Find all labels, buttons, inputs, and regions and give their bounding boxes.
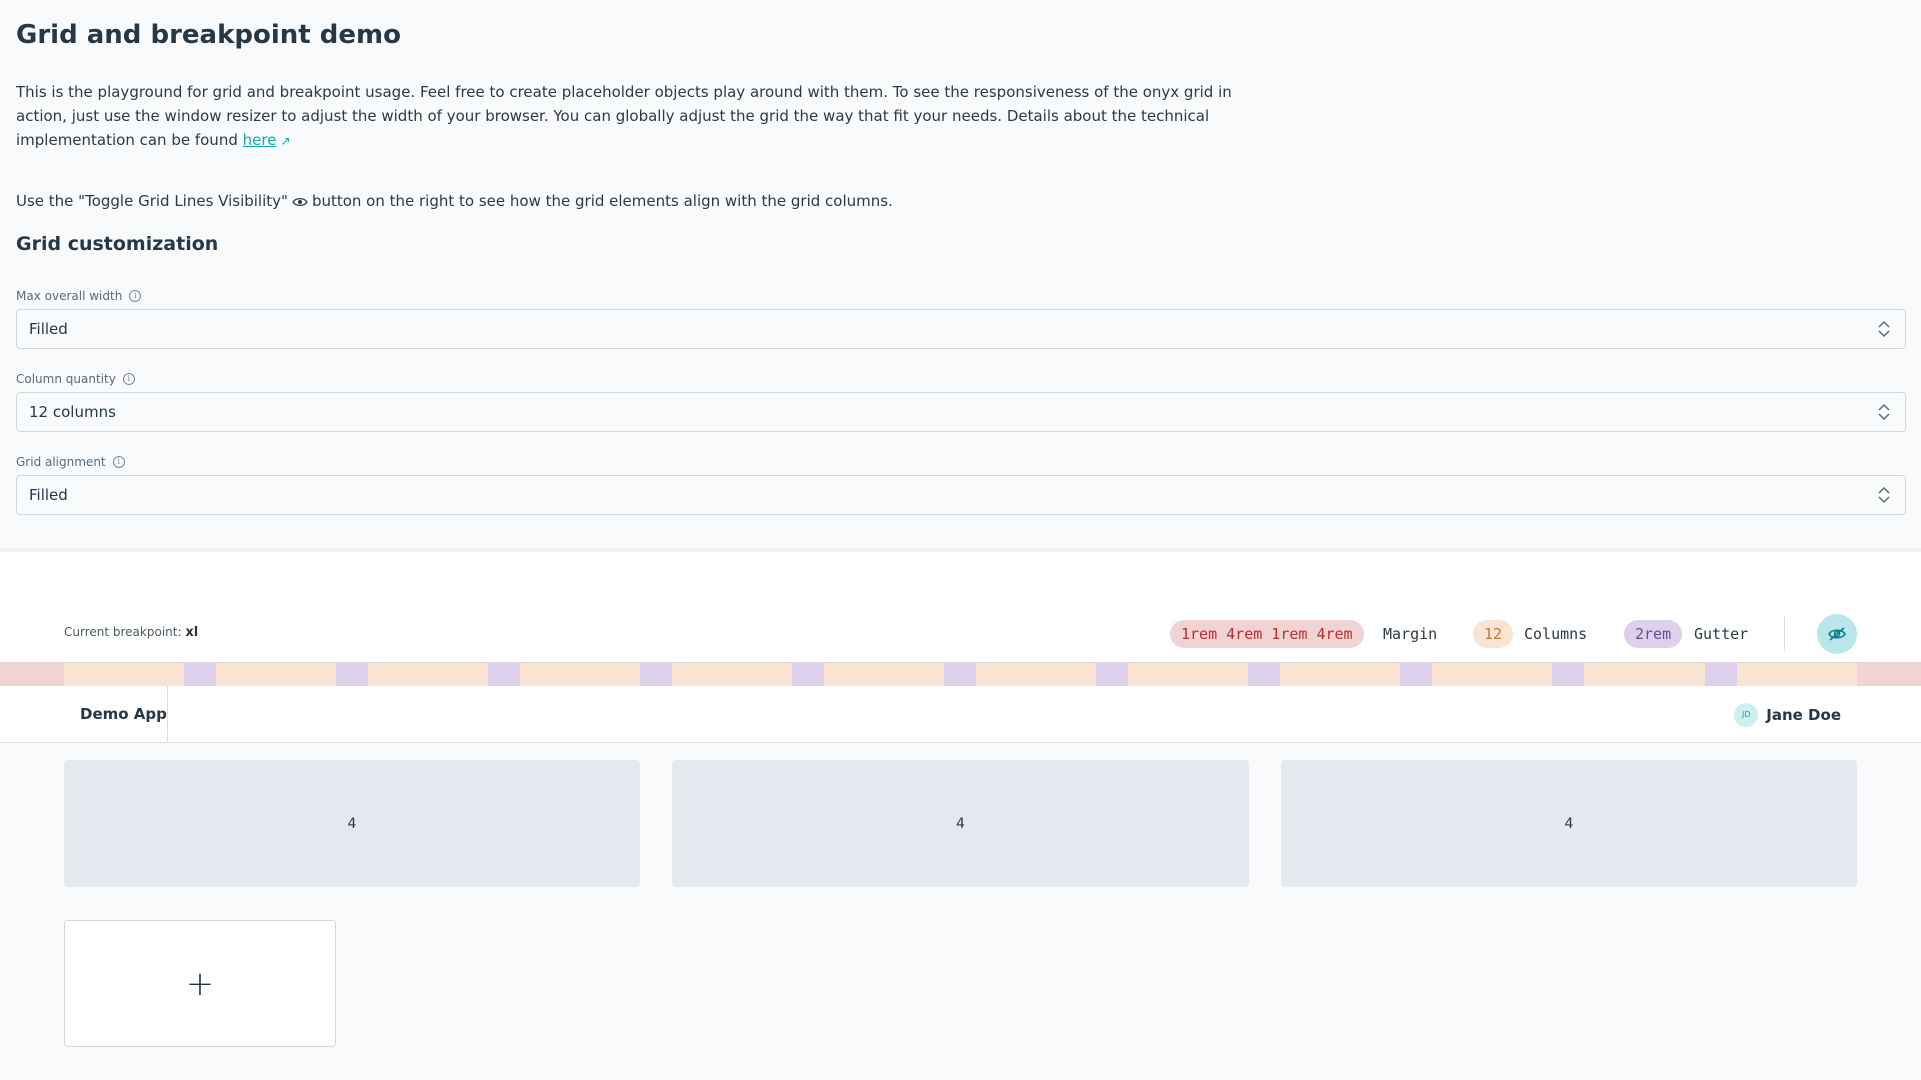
status-divider: [1784, 617, 1785, 651]
page-description: This is the playground for grid and brea…: [16, 80, 1246, 153]
grid-gutter: [944, 663, 976, 687]
max-width-select[interactable]: Filled: [16, 309, 1906, 349]
grid-column: [1584, 663, 1705, 687]
app-name[interactable]: Demo App: [80, 705, 167, 723]
grid-column: [672, 663, 792, 687]
grid-gutter: [1400, 663, 1432, 687]
grid-gutter: [792, 663, 824, 687]
external-link-icon: ↗: [280, 134, 291, 148]
margin-label: Margin: [1383, 625, 1438, 643]
grid-column: [216, 663, 336, 687]
user-name: Jane Doe: [1766, 706, 1841, 724]
info-icon[interactable]: i: [129, 290, 142, 302]
grid-gutter: [336, 663, 368, 687]
grid-column: [1128, 663, 1248, 687]
grid-column: [1432, 663, 1552, 687]
avatar: JD: [1734, 703, 1759, 727]
grid-column: [1280, 663, 1400, 687]
columns-chip: 12: [1473, 620, 1514, 648]
grid-margin-left: [0, 663, 64, 687]
eye-icon: [292, 197, 308, 206]
plus-icon: +: [185, 963, 215, 1004]
hint-text-before: Use the "Toggle Grid Lines Visibility": [16, 192, 288, 210]
margin-chip: 1rem 4rem 1rem 4rem: [1170, 620, 1364, 648]
chevron-up-down-icon: [1878, 486, 1890, 504]
columns-label: Columns: [1524, 625, 1588, 643]
grid-alignment-label: Grid alignment i: [16, 455, 125, 469]
current-breakpoint: Current breakpoint: xl: [64, 625, 199, 640]
grid-column: [368, 663, 488, 687]
intro-section: Grid and breakpoint demo This is the pla…: [16, 0, 1906, 548]
grid-column: [520, 663, 640, 687]
grid-visualization-bar: [0, 662, 1921, 687]
grid-column: [824, 663, 944, 687]
breakpoint-value: xl: [185, 625, 199, 640]
chevron-up-down-icon: [1878, 403, 1890, 421]
info-icon[interactable]: i: [122, 373, 135, 385]
grid-column: [1737, 663, 1857, 687]
hint-text-after: button on the right to see how the grid …: [311, 192, 893, 210]
max-width-label: Max overall width i: [16, 289, 142, 303]
grid-margin-right: [1857, 663, 1921, 687]
gutter-label: Gutter: [1694, 625, 1749, 643]
add-tile-button[interactable]: +: [64, 920, 336, 1047]
page-title: Grid and breakpoint demo: [16, 20, 401, 50]
user-menu[interactable]: JD Jane Doe: [1734, 703, 1841, 727]
app-bar: Demo App JD Jane Doe: [0, 686, 1921, 743]
grid-gutter: [488, 663, 520, 687]
grid-gutter: [1248, 663, 1280, 687]
grid-gutter: [1552, 663, 1584, 687]
grid-tile[interactable]: 4: [64, 760, 640, 887]
grid-gutter: [1096, 663, 1128, 687]
gutter-chip: 2rem: [1624, 620, 1683, 648]
grid-tile[interactable]: 4: [672, 760, 1249, 887]
info-icon[interactable]: i: [112, 456, 125, 468]
toggle-grid-lines-button[interactable]: [1817, 614, 1857, 654]
column-quantity-select[interactable]: 12 columns: [16, 392, 1906, 432]
grid-tile[interactable]: 4: [1281, 760, 1857, 887]
app-bar-divider: [167, 686, 168, 742]
grid-column: [64, 663, 184, 687]
eye-off-icon: [1828, 627, 1846, 641]
grid-gutter: [1705, 663, 1737, 687]
grid-toggle-hint: Use the "Toggle Grid Lines Visibility" bu…: [16, 192, 893, 210]
description-text: This is the playground for grid and brea…: [16, 83, 1232, 149]
column-quantity-label: Column quantity i: [16, 372, 135, 386]
section-title: Grid customization: [16, 233, 219, 255]
grid-column: [976, 663, 1096, 687]
chevron-up-down-icon: [1878, 320, 1890, 338]
docs-link[interactable]: here: [243, 131, 277, 149]
grid-gutter: [640, 663, 672, 687]
grid-alignment-select[interactable]: Filled: [16, 475, 1906, 515]
grid-gutter: [184, 663, 216, 687]
